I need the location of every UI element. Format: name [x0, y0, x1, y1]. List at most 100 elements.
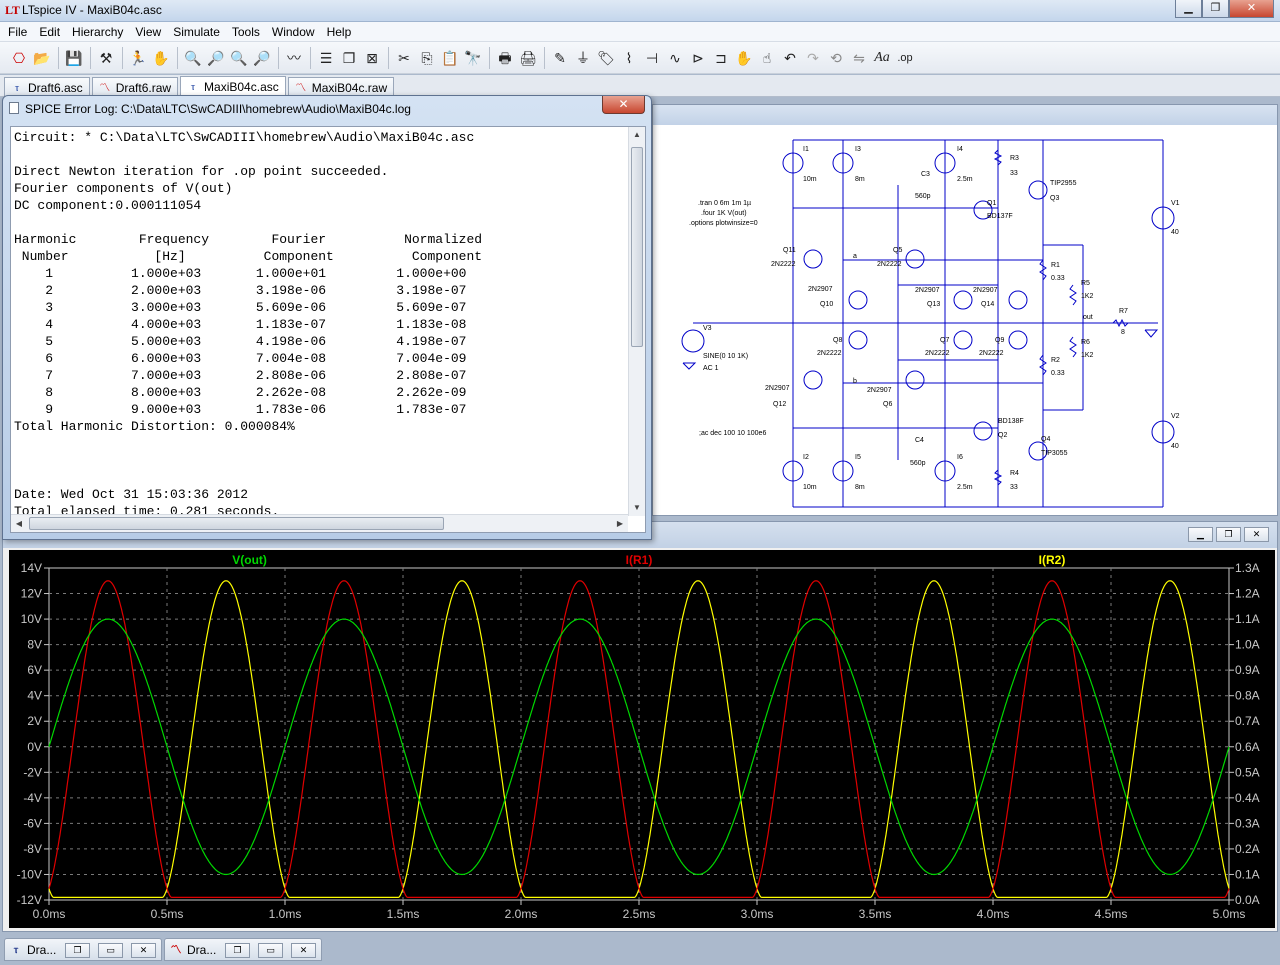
diode-icon[interactable]: ⊳: [687, 47, 709, 69]
resistor-icon[interactable]: ⌇: [618, 47, 640, 69]
zoom-in-icon[interactable]: 🔍: [182, 47, 204, 69]
spice-directive-icon[interactable]: .op: [894, 47, 916, 69]
minimized-window-1[interactable]: ⲧ Dra... ❐ ▭ ✕: [4, 938, 162, 961]
move-icon[interactable]: ✋: [733, 47, 755, 69]
component-icon[interactable]: ⊐: [710, 47, 732, 69]
menu-window[interactable]: Window: [266, 25, 321, 39]
y-right-tick-label: 0.2A: [1235, 842, 1260, 856]
control-panel-icon[interactable]: ⚒: [95, 47, 117, 69]
y-right-tick-label: 1.0A: [1235, 638, 1260, 652]
directive-tran[interactable]: .tran 0 6m 1m 1µ: [698, 200, 751, 207]
minimize-button[interactable]: ▁: [1175, 0, 1202, 18]
tab-maxib04c-asc[interactable]: ⲧ MaxiB04c.asc: [180, 76, 286, 97]
svg-text:I2: I2: [803, 454, 809, 461]
schematic-canvas[interactable]: .tran 0 6m 1m 1µ .four 1K V(out) .option…: [653, 125, 1277, 515]
new-schematic-icon[interactable]: ⎔: [8, 47, 30, 69]
capacitor-icon[interactable]: ⊣: [641, 47, 663, 69]
maximize-button[interactable]: ▭: [258, 943, 283, 958]
print-icon[interactable]: 🖨: [517, 47, 539, 69]
redo-icon[interactable]: ↷: [802, 47, 824, 69]
rotate-icon[interactable]: ⟲: [825, 47, 847, 69]
x-tick-label: 4.5ms: [1095, 907, 1128, 921]
menu-help[interactable]: Help: [321, 25, 358, 39]
close-button[interactable]: ✕: [1229, 0, 1274, 18]
inductor-icon[interactable]: ∿: [664, 47, 686, 69]
zoom-cancel-icon[interactable]: 🔎: [251, 47, 273, 69]
vertical-scroll-thumb[interactable]: [631, 147, 643, 347]
horizontal-scrollbar[interactable]: ◀ ▶: [11, 514, 628, 532]
tab-maxib04c-raw[interactable]: 〽 MaxiB04c.raw: [287, 77, 395, 97]
horizontal-scroll-thumb[interactable]: [29, 517, 444, 530]
save-icon[interactable]: 💾: [63, 47, 85, 69]
label-icon[interactable]: 🏷: [595, 47, 617, 69]
zoom-out-icon[interactable]: 🔍: [228, 47, 250, 69]
mirror-icon[interactable]: ⇋: [848, 47, 870, 69]
menu-hierarchy[interactable]: Hierarchy: [66, 25, 129, 39]
print-setup-icon[interactable]: 🖶: [494, 47, 516, 69]
waveform-restore-button[interactable]: ❐: [1216, 527, 1241, 542]
directive-options[interactable]: .options plotwinsize=0: [689, 220, 758, 227]
directive-four[interactable]: .four 1K V(out): [701, 210, 747, 217]
cascade-icon[interactable]: ❐: [338, 47, 360, 69]
svg-text:I6: I6: [957, 454, 963, 461]
error-log-text-area[interactable]: Circuit: * C:\Data\LTC\SwCADIII\homebrew…: [10, 126, 646, 533]
menu-edit[interactable]: Edit: [33, 25, 66, 39]
open-icon[interactable]: 📂: [31, 47, 53, 69]
menu-bar: File Edit Hierarchy View Simulate Tools …: [0, 22, 1280, 42]
ground-icon[interactable]: ⏚: [572, 47, 594, 69]
directive-ac[interactable]: ;ac dec 100 10 100e6: [699, 430, 766, 437]
menu-simulate[interactable]: Simulate: [167, 25, 226, 39]
document-tabs: ⲧ Draft6.asc 〽 Draft6.raw ⲧ MaxiB04c.asc…: [0, 75, 1280, 97]
scroll-down-icon[interactable]: ▼: [629, 500, 645, 516]
tab-draft6-asc[interactable]: ⲧ Draft6.asc: [4, 77, 90, 97]
cut-icon[interactable]: ✂: [393, 47, 415, 69]
minimized-window-2[interactable]: 〽 Dra... ❐ ▭ ✕: [164, 938, 322, 961]
copy-icon[interactable]: ⎘: [416, 47, 438, 69]
restore-button[interactable]: ❐: [65, 943, 90, 958]
waveform-plot[interactable]: 14V 12V 10V 8V 6V 4V 2V 0V -2V -4V -6V -8V -10V -12V 1…: [9, 550, 1275, 928]
svg-text:2N2907: 2N2907: [915, 287, 940, 294]
schematic-window-caption: [653, 105, 1277, 125]
find-icon[interactable]: 🔭: [462, 47, 484, 69]
net-label-b[interactable]: b: [853, 378, 857, 385]
log-line: 7 7.000e+03 2.808e-06 2.808e-07: [14, 368, 467, 383]
net-label-out[interactable]: out: [1083, 314, 1093, 321]
error-log-close-button[interactable]: ✕: [602, 96, 645, 114]
maximize-button[interactable]: ▭: [98, 943, 123, 958]
scroll-up-icon[interactable]: ▲: [629, 127, 645, 143]
plot-area[interactable]: 14V 12V 10V 8V 6V 4V 2V 0V -2V -4V -6V -8V -10V -12V 1…: [9, 550, 1275, 928]
title-bar: LT LTspice IV - MaxiB04c.asc ▁ ❐ ✕: [0, 0, 1280, 22]
undo-icon[interactable]: ↶: [779, 47, 801, 69]
vertical-scrollbar[interactable]: ▲ ▼: [628, 127, 645, 516]
close-button[interactable]: ✕: [131, 943, 156, 958]
log-line: 5 5.000e+03 4.198e-06 4.198e-07: [14, 334, 467, 349]
close-all-icon[interactable]: ⊠: [361, 47, 383, 69]
log-text[interactable]: Circuit: * C:\Data\LTC\SwCADIII\homebrew…: [14, 129, 626, 514]
scroll-left-icon[interactable]: ◀: [11, 515, 27, 532]
autorange-icon[interactable]: 〰: [283, 47, 305, 69]
scroll-right-icon[interactable]: ▶: [612, 515, 628, 532]
halt-icon[interactable]: ✋: [150, 47, 172, 69]
waveform-minimize-button[interactable]: ▁: [1188, 527, 1213, 542]
net-label-a[interactable]: a: [853, 253, 857, 260]
schematic-window[interactable]: .tran 0 6m 1m 1µ .four 1K V(out) .option…: [652, 104, 1278, 516]
wire-icon[interactable]: ✎: [549, 47, 571, 69]
svg-text:Q11: Q11: [783, 247, 796, 254]
menu-view[interactable]: View: [129, 25, 167, 39]
menu-tools[interactable]: Tools: [226, 25, 266, 39]
text-icon[interactable]: Aa: [871, 47, 893, 69]
maximize-button[interactable]: ❐: [1202, 0, 1229, 18]
close-button[interactable]: ✕: [291, 943, 316, 958]
menu-file[interactable]: File: [2, 25, 33, 39]
paste-icon[interactable]: 📋: [439, 47, 461, 69]
tab-draft6-raw[interactable]: 〽 Draft6.raw: [91, 77, 179, 97]
waveform-close-button[interactable]: ✕: [1244, 527, 1269, 542]
zoom-full-icon[interactable]: 🔎: [205, 47, 227, 69]
tile-horizontal-icon[interactable]: ☰: [315, 47, 337, 69]
svg-text:40: 40: [1171, 229, 1179, 236]
restore-button[interactable]: ❐: [225, 943, 250, 958]
run-icon[interactable]: 🏃: [127, 47, 149, 69]
drag-icon[interactable]: ☝: [756, 47, 778, 69]
spice-error-log-window[interactable]: SPICE Error Log: C:\Data\LTC\SwCADIII\ho…: [2, 95, 652, 540]
